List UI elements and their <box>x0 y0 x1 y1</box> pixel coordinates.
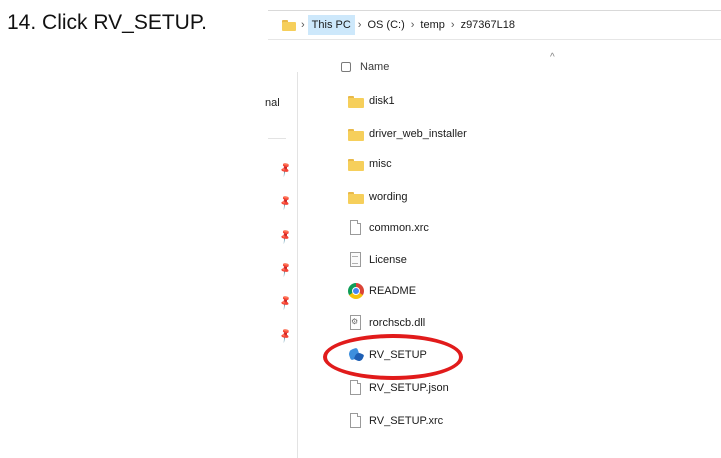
document-icon <box>348 413 364 429</box>
column-header-name[interactable]: Name <box>341 58 389 76</box>
column-header-label: Name <box>360 61 390 73</box>
chevron-right-icon: › <box>357 19 362 31</box>
chevron-right-icon: › <box>410 19 415 31</box>
folder-icon <box>348 126 364 142</box>
file-name: License <box>369 254 407 266</box>
dll-icon <box>348 315 364 331</box>
folder-icon <box>348 189 364 205</box>
pane-splitter[interactable] <box>297 72 298 458</box>
folder-icon <box>282 20 296 31</box>
file-name: misc <box>369 158 392 170</box>
breadcrumb-folder[interactable]: z97367L18 <box>458 19 518 31</box>
file-row-common-xrc[interactable]: common.xrc <box>348 219 429 237</box>
file-row-misc[interactable]: misc <box>348 155 392 173</box>
file-name: wording <box>369 191 408 203</box>
breadcrumb-this-pc[interactable]: This PC <box>307 15 355 35</box>
file-row-disk1[interactable]: disk1 <box>348 92 395 110</box>
file-row-license[interactable]: License <box>348 251 407 269</box>
nav-divider <box>268 138 286 139</box>
folder-icon <box>348 93 364 109</box>
highlight-ellipse <box>323 334 463 380</box>
file-name: RV_SETUP.xrc <box>369 415 444 427</box>
file-name: rorchscb.dll <box>369 317 426 329</box>
chrome-icon <box>348 283 364 299</box>
document-icon <box>348 380 364 396</box>
breadcrumb-os-c[interactable]: OS (C:) <box>364 19 407 31</box>
file-name: common.xrc <box>369 222 429 234</box>
chevron-right-icon: › <box>301 19 305 31</box>
file-row-rorchscb-dll[interactable]: rorchscb.dll <box>348 314 425 332</box>
file-explorer-screenshot: › This PC › OS (C:) › temp › z97367L18 <box>268 0 721 458</box>
file-row-wording[interactable]: wording <box>348 188 408 206</box>
select-all-checkbox[interactable] <box>341 62 351 72</box>
file-row-rv-setup-xrc[interactable]: RV_SETUP.xrc <box>348 412 443 430</box>
instruction-text: 14. Click RV_SETUP. <box>7 11 207 34</box>
sort-ascending-icon[interactable]: ^ <box>550 52 555 63</box>
file-name: README <box>369 285 417 297</box>
file-name: disk1 <box>369 95 395 107</box>
nav-pane-label[interactable]: nal <box>265 97 280 109</box>
file-row-readme[interactable]: README <box>348 282 416 300</box>
folder-icon <box>348 156 364 172</box>
file-name: RV_SETUP.json <box>369 382 449 394</box>
file-name: driver_web_installer <box>369 128 467 140</box>
text-document-icon <box>348 252 364 268</box>
file-row-driver-web-installer[interactable]: driver_web_installer <box>348 125 467 143</box>
document-icon <box>348 220 364 236</box>
chevron-right-icon: › <box>450 19 455 31</box>
breadcrumb-temp[interactable]: temp <box>417 19 447 31</box>
file-row-rv-setup-json[interactable]: RV_SETUP.json <box>348 379 449 397</box>
address-bar[interactable]: › This PC › OS (C:) › temp › z97367L18 <box>268 10 721 40</box>
